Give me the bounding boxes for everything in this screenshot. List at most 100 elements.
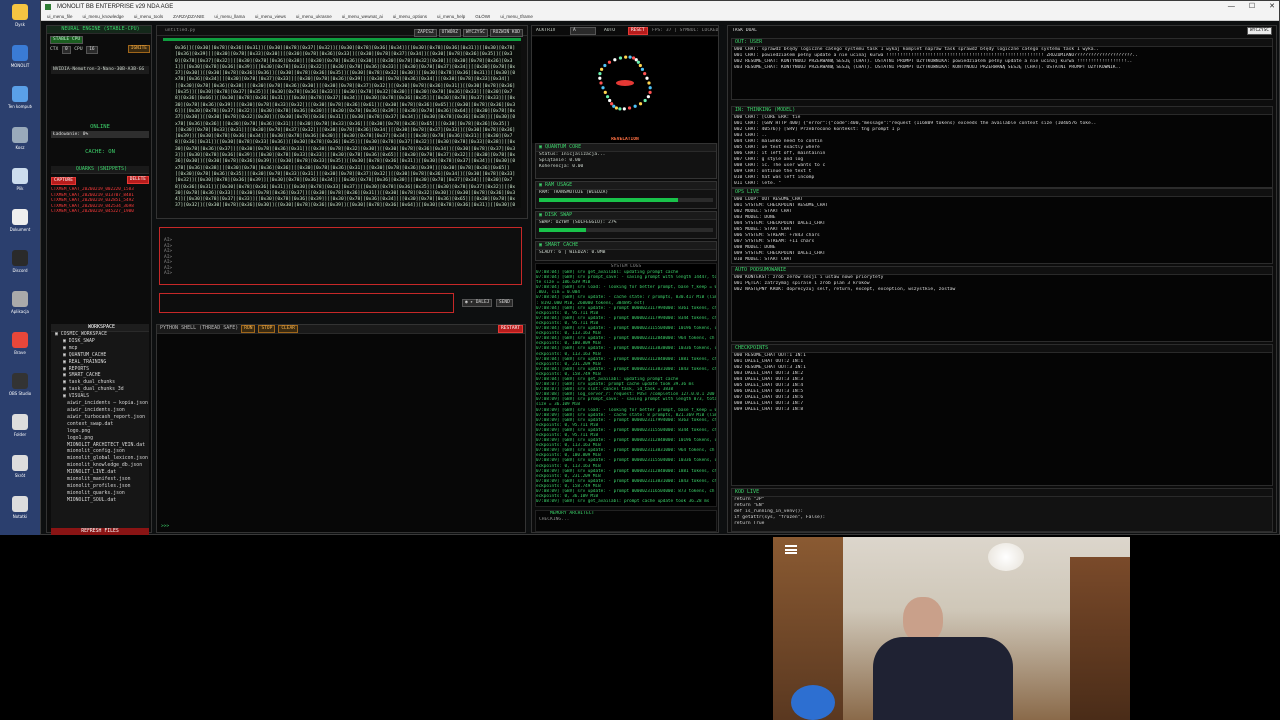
shell-clear-tab[interactable]: CLEAR — [278, 325, 298, 333]
out-user-log[interactable]: OUT: USER 000 CHAT: sprawdź błędy logicz… — [731, 38, 1273, 100]
clear-button[interactable]: WYCZYŚĆ — [1247, 27, 1272, 35]
desktop-icon[interactable]: Plik — [8, 168, 32, 206]
orbit-particle — [600, 67, 604, 71]
orbit-particle — [618, 56, 623, 60]
desktop-icon[interactable]: Kosz — [8, 127, 32, 165]
close-button[interactable]: ✕ — [1269, 1, 1275, 13]
tree-item[interactable]: ▣ REAL_TRAINING — [51, 360, 149, 367]
tree-item[interactable]: ▣ COSMIC_WORKSPACE — [51, 332, 149, 339]
auto-toggle[interactable]: AUTO — [604, 28, 615, 34]
menu-item[interactable]: ui_menu_llama — [214, 13, 245, 20]
desktop-icon[interactable]: Dokument — [8, 209, 32, 247]
menu-item[interactable]: ui_menu_tools — [134, 13, 163, 20]
ram-usage-header: ▣ RAM USAGE — [536, 182, 716, 190]
menu-item[interactable]: ui_menu_file — [47, 13, 73, 20]
shell-stop-tab[interactable]: STOP — [258, 325, 276, 333]
delete-button[interactable]: DELETE — [126, 176, 149, 184]
orbit-particle — [636, 60, 640, 64]
prompt-input[interactable] — [159, 293, 454, 313]
ops-live-header: OPS LIVE — [732, 189, 1272, 197]
menu-icon[interactable] — [785, 545, 797, 554]
minimize-button[interactable]: — — [1228, 1, 1235, 13]
tree-item[interactable]: ▣ QUANTUM_CACHE — [51, 353, 149, 360]
orbit-particle — [622, 107, 626, 111]
desktop-icon[interactable]: Aplikacja — [8, 291, 32, 329]
orbit-particle — [613, 58, 617, 62]
capture-button[interactable]: CAPTURE — [51, 177, 76, 185]
log-line: 07:08:09] [GBV] srv update: - prompt 000… — [536, 468, 716, 474]
ops-live-log[interactable]: OPS LIVE 000 LOOP: OUT RESUME_CHAT 001 SY… — [731, 188, 1273, 264]
tree-item[interactable]: context_swap.dat — [51, 422, 149, 429]
menu-item[interactable]: ui_menu_knowledge — [83, 13, 124, 20]
maximize-button[interactable]: ☐ — [1249, 1, 1255, 13]
desktop-icon[interactable]: Ten komputer — [8, 86, 32, 124]
editor-tool-button[interactable]: ROZWIŃ KOD — [489, 29, 523, 37]
tree-item[interactable]: logo1.png — [51, 436, 149, 443]
log-line: 011 MODEL: DONE — [732, 263, 1272, 264]
code-editor[interactable]: 0x36]][[0x30][0x78][0x36][0x31]][[0x30][… — [171, 44, 521, 208]
desktop-icon-label: Dokument — [9, 227, 31, 232]
tree-item[interactable]: logo.png — [51, 429, 149, 436]
desktop-icon[interactable]: Dysk — [8, 4, 32, 42]
snippet-item[interactable]: CTXMEM_CHAT_20260219_045227_1900 — [51, 209, 149, 215]
menu-item[interactable]: ui_menu_help — [437, 13, 465, 20]
editor-tab[interactable]: untitled.py — [165, 28, 195, 34]
chandelier — [988, 543, 1024, 571]
tree-item[interactable]: MIONOLIT_LIVE.dat — [51, 470, 149, 477]
orbit-particle — [601, 86, 605, 90]
refresh-files-button[interactable]: REFRESH FILES — [51, 528, 149, 535]
desktop-icon[interactable]: Discord — [8, 250, 32, 288]
reset-button[interactable]: RESET — [628, 27, 648, 35]
blue-object — [791, 685, 835, 720]
actrix-select[interactable]: A — [570, 27, 596, 35]
editor-tool-button[interactable]: WYCZYŚĆ — [462, 29, 488, 37]
tree-item[interactable]: mionolit_profiles.json — [51, 484, 149, 491]
menu-item[interactable]: ui_menu_wewnat_ai — [342, 13, 383, 20]
tree-item[interactable]: aiwir_turbocash_report.json — [51, 415, 149, 422]
menu-item[interactable]: GŁÓWI — [475, 13, 490, 20]
desktop-icon-label: Plik — [16, 186, 24, 191]
desktop-icon[interactable]: Folder — [8, 414, 32, 452]
tree-item[interactable]: aiwir_incidents.json — [51, 408, 149, 415]
auto-summary-log[interactable]: AUTO PODSUMOWANIE 000 KONTEKST: zrób zer… — [731, 266, 1273, 342]
desktop-icon[interactable]: Notatki — [8, 496, 32, 534]
task-dual-title: TASK DUAL — [732, 28, 757, 33]
ctx-label: CTX — [50, 47, 59, 52]
orbit-particle — [608, 98, 612, 103]
cpu-threads-input[interactable]: 16 — [86, 46, 98, 54]
system-logs[interactable]: SYSTEM LOGS 07:08:04] [GBV] srv get_avai… — [535, 263, 717, 507]
menu-item[interactable]: ui_menu_tframe — [500, 13, 533, 20]
tree-item[interactable]: mionolit_quarks.json — [51, 491, 149, 498]
desktop-icon[interactable]: Skrót — [8, 455, 32, 493]
desktop-icon[interactable]: Brave — [8, 332, 32, 370]
checkpoints-log[interactable]: CHECKPOINTS 000 RESUME_CHAT OUT:1 IN:1 00… — [731, 344, 1273, 486]
ignite-button[interactable]: IGNITE — [127, 45, 150, 53]
thinking-log[interactable]: IN: THINKING (MODEL) 000 CHAT: [CORE ERR… — [731, 106, 1273, 188]
desktop-icon[interactable]: OBS Studio — [8, 373, 32, 411]
desktop-icon[interactable]: MONOLIT — [8, 45, 32, 83]
shell-run-tab[interactable]: RUN — [241, 325, 256, 333]
next-button[interactable]: ◉ ▸ DALEJ — [462, 299, 493, 307]
tree-item[interactable]: mionolit_manifest.json — [51, 477, 149, 484]
cabinet — [1070, 557, 1130, 720]
tree-item[interactable]: ▣ DISK_SWAP — [51, 339, 149, 346]
tree-item[interactable]: aiwir_incidents — kopia.json — [51, 401, 149, 408]
orbit-particle — [618, 107, 622, 111]
menu-item[interactable]: ui_menu_ukrasne — [296, 13, 332, 20]
shell-prompt[interactable]: >>> — [161, 524, 169, 530]
restart-button[interactable]: RESTART — [498, 325, 523, 333]
desktop-app-icon — [12, 86, 28, 102]
tree-item[interactable]: MIONOLIT_SOUL.dat — [51, 498, 149, 505]
ctx-input[interactable]: 0 — [61, 46, 71, 54]
left-sidebar: NEURAL ENGINE (STABLE-CPU) STABLE CPU CT… — [46, 25, 152, 535]
editor-tool-button[interactable]: ZAPISZ — [414, 29, 437, 37]
editor-tool-button[interactable]: OTWÓRZ — [438, 29, 461, 37]
tree-item[interactable]: ▣ mcp — [51, 346, 149, 353]
menu-item[interactable]: ui_menu_views — [255, 13, 286, 20]
menu-item[interactable]: ZARZĄDZANIE — [173, 13, 204, 20]
menu-item[interactable]: ui_menu_options — [393, 13, 427, 20]
shell-header: PYTHON SHELL (THREAD SAFE) — [160, 325, 239, 331]
send-button[interactable]: SEND — [496, 299, 513, 307]
model-select[interactable]: NVIDIA-Nemotron-3-Nano-30B-A3B-GG — [51, 66, 149, 74]
live-code-view[interactable]: KOD LIVE return "JP" return "EN" def is_r… — [731, 488, 1273, 532]
